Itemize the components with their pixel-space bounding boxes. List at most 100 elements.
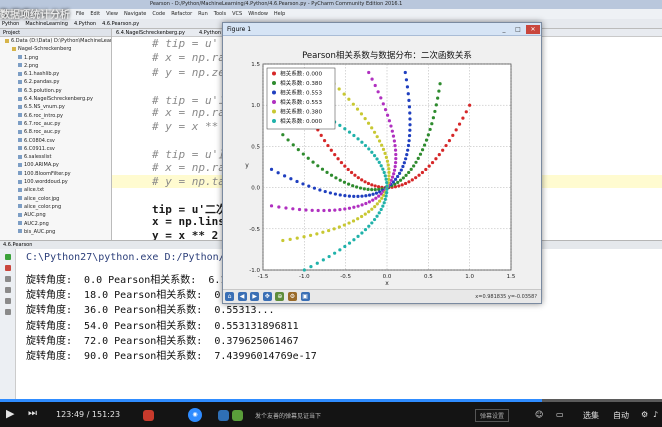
project-tree-item[interactable]: alice_color.png [0, 203, 111, 211]
code-line: # x = np.ran [152, 51, 232, 64]
project-tree-item[interactable]: 6.C0804.csv [0, 137, 111, 145]
data-point [363, 143, 368, 148]
project-tree-item[interactable]: AUC.png [0, 211, 111, 219]
data-point [338, 248, 342, 252]
data-point [338, 193, 342, 197]
data-point [327, 228, 331, 233]
minimize-button[interactable]: _ [497, 25, 511, 34]
project-tree-item[interactable]: 6.3.polution.py [0, 87, 111, 95]
breadcrumb-item[interactable]: Python [2, 21, 19, 27]
project-tree-item[interactable]: 6.8.roc_auc.py [0, 128, 111, 136]
project-tree-item[interactable]: 6.Data (D:\Data) D:\Python\MachineLearn [0, 37, 111, 45]
zoom-icon[interactable]: ⊕ [275, 292, 285, 301]
data-point [379, 164, 383, 168]
settings-icon[interactable]: ⚙ [641, 410, 648, 419]
pause-icon[interactable] [5, 276, 11, 282]
next-icon[interactable]: ⏭ [28, 408, 37, 419]
menu-item-navigate[interactable]: Navigate [124, 11, 146, 17]
data-point [373, 204, 377, 209]
data-point [386, 163, 390, 167]
menu-item-tools[interactable]: Tools [214, 11, 226, 17]
console-gutter [0, 249, 16, 399]
code-line: # y = np.zer [152, 66, 232, 79]
screen-icon[interactable]: ▭ [556, 410, 564, 419]
project-tree-item[interactable]: 6.5.NS_vnum.py [0, 103, 111, 111]
configure-icon[interactable]: ⚙ [287, 292, 297, 301]
project-panel-header[interactable]: Project [0, 29, 111, 37]
menu-item-refactor[interactable]: Refactor [171, 11, 192, 17]
data-point [399, 168, 403, 172]
data-point [277, 205, 281, 209]
scroll-icon[interactable] [5, 287, 11, 293]
save-icon[interactable]: ▣ [300, 292, 310, 301]
maximize-button[interactable]: □ [511, 25, 525, 34]
legend-marker [272, 109, 276, 114]
project-tree-item[interactable]: 100.worddoud.py [0, 178, 111, 186]
project-tree-item[interactable]: 6.1.hashlib.py [0, 70, 111, 78]
project-tree-item[interactable]: 100.ARIMA.py [0, 161, 111, 169]
menu-item-vcs[interactable]: VCS [232, 11, 242, 17]
pan-icon[interactable]: ✥ [262, 292, 272, 301]
project-tree-item[interactable]: 2.png [0, 62, 111, 70]
project-tree-item[interactable]: 6.6.roc_intro.py [0, 112, 111, 120]
project-tree-item[interactable]: alice_color.jpg [0, 195, 111, 203]
taskbar-icon-c[interactable] [232, 410, 243, 421]
project-tree-item[interactable]: Nagel-Schreckenberg [0, 45, 111, 53]
project-tree-item[interactable]: 6.salesslist [0, 153, 111, 161]
play-icon[interactable]: ▶ [6, 407, 14, 420]
volume-icon[interactable]: ♪ [653, 410, 658, 419]
danmaku-settings-button[interactable]: 弹幕设置 [475, 409, 510, 422]
editor-tab[interactable]: 6.4.NagelSchreckenberg.py [116, 30, 185, 36]
project-tree-item[interactable]: 100.BloomFilter.py [0, 170, 111, 178]
menu-item-window[interactable]: Window [248, 11, 268, 17]
project-tree-item[interactable]: 6.C0911.csv [0, 145, 111, 153]
close-button[interactable]: ✕ [526, 25, 540, 34]
rerun-icon[interactable] [5, 254, 11, 260]
legend-label: 相关系数: 0.553 [280, 98, 322, 106]
project-tree-item[interactable]: AUC2.png [0, 220, 111, 228]
menu-item-edit[interactable]: Edit [90, 11, 100, 17]
playback-time: 123:49 / 151:23 [56, 410, 121, 419]
print-icon[interactable] [5, 298, 11, 304]
breadcrumb-item[interactable]: MachineLearning [25, 21, 68, 27]
project-tree-item[interactable]: alice.txt [0, 186, 111, 194]
quality-button[interactable]: 自动 [613, 410, 629, 421]
home-icon[interactable]: ⌂ [225, 292, 234, 301]
menu-item-help[interactable]: Help [274, 11, 285, 17]
forward-icon[interactable]: ▶ [250, 292, 260, 301]
figure-window[interactable]: Figure 1 _ □ ✕ Pearson相关系数与数据分布：二次函数关系 -1… [222, 22, 542, 304]
data-point [333, 153, 337, 157]
data-point [398, 178, 403, 182]
data-point [396, 174, 400, 179]
project-tree-item[interactable]: bis_AUC.png [0, 228, 111, 236]
breadcrumb-item[interactable]: 4.Python [74, 21, 96, 27]
data-point [383, 197, 387, 201]
project-tree-item[interactable]: 6.4.NagelSchreckenberg.py [0, 95, 111, 103]
project-tree-label: 6.8.roc_auc.py [24, 129, 61, 136]
stop-icon[interactable] [5, 265, 11, 271]
project-tree-item[interactable]: 6.2.pandas.py [0, 78, 111, 86]
breadcrumb-item[interactable]: 4.6.Pearson.py [102, 21, 139, 27]
figure-title-bar[interactable]: Figure 1 _ □ ✕ [223, 23, 541, 36]
data-point [370, 207, 374, 211]
menu-item-run[interactable]: Run [198, 11, 208, 17]
data-point [437, 153, 441, 157]
menu-item-code[interactable]: Code [152, 11, 165, 17]
danmaku-input[interactable]: 发个友善的弹幕见证当下 [255, 411, 321, 420]
danmaku-icon[interactable]: ☺ [535, 410, 543, 419]
taskbar-icon-b[interactable] [218, 410, 229, 421]
taskbar-icon-a[interactable] [143, 410, 154, 421]
menu-item-view[interactable]: View [106, 11, 118, 17]
data-point [311, 160, 315, 164]
project-tree-item[interactable]: 6.7.roc_auc.py [0, 120, 111, 128]
data-point [353, 173, 357, 177]
taskbar-app-icon[interactable]: ◉ [188, 408, 202, 422]
project-tree-item[interactable]: 1.png [0, 54, 111, 62]
back-icon[interactable]: ◀ [237, 292, 247, 301]
data-point [329, 173, 334, 177]
editor-tab[interactable]: 4.Python [199, 30, 221, 36]
episode-select-button[interactable]: 选集 [583, 410, 599, 421]
data-point [394, 157, 398, 161]
trash-icon[interactable] [5, 309, 11, 315]
menu-item-file[interactable]: File [76, 11, 84, 17]
